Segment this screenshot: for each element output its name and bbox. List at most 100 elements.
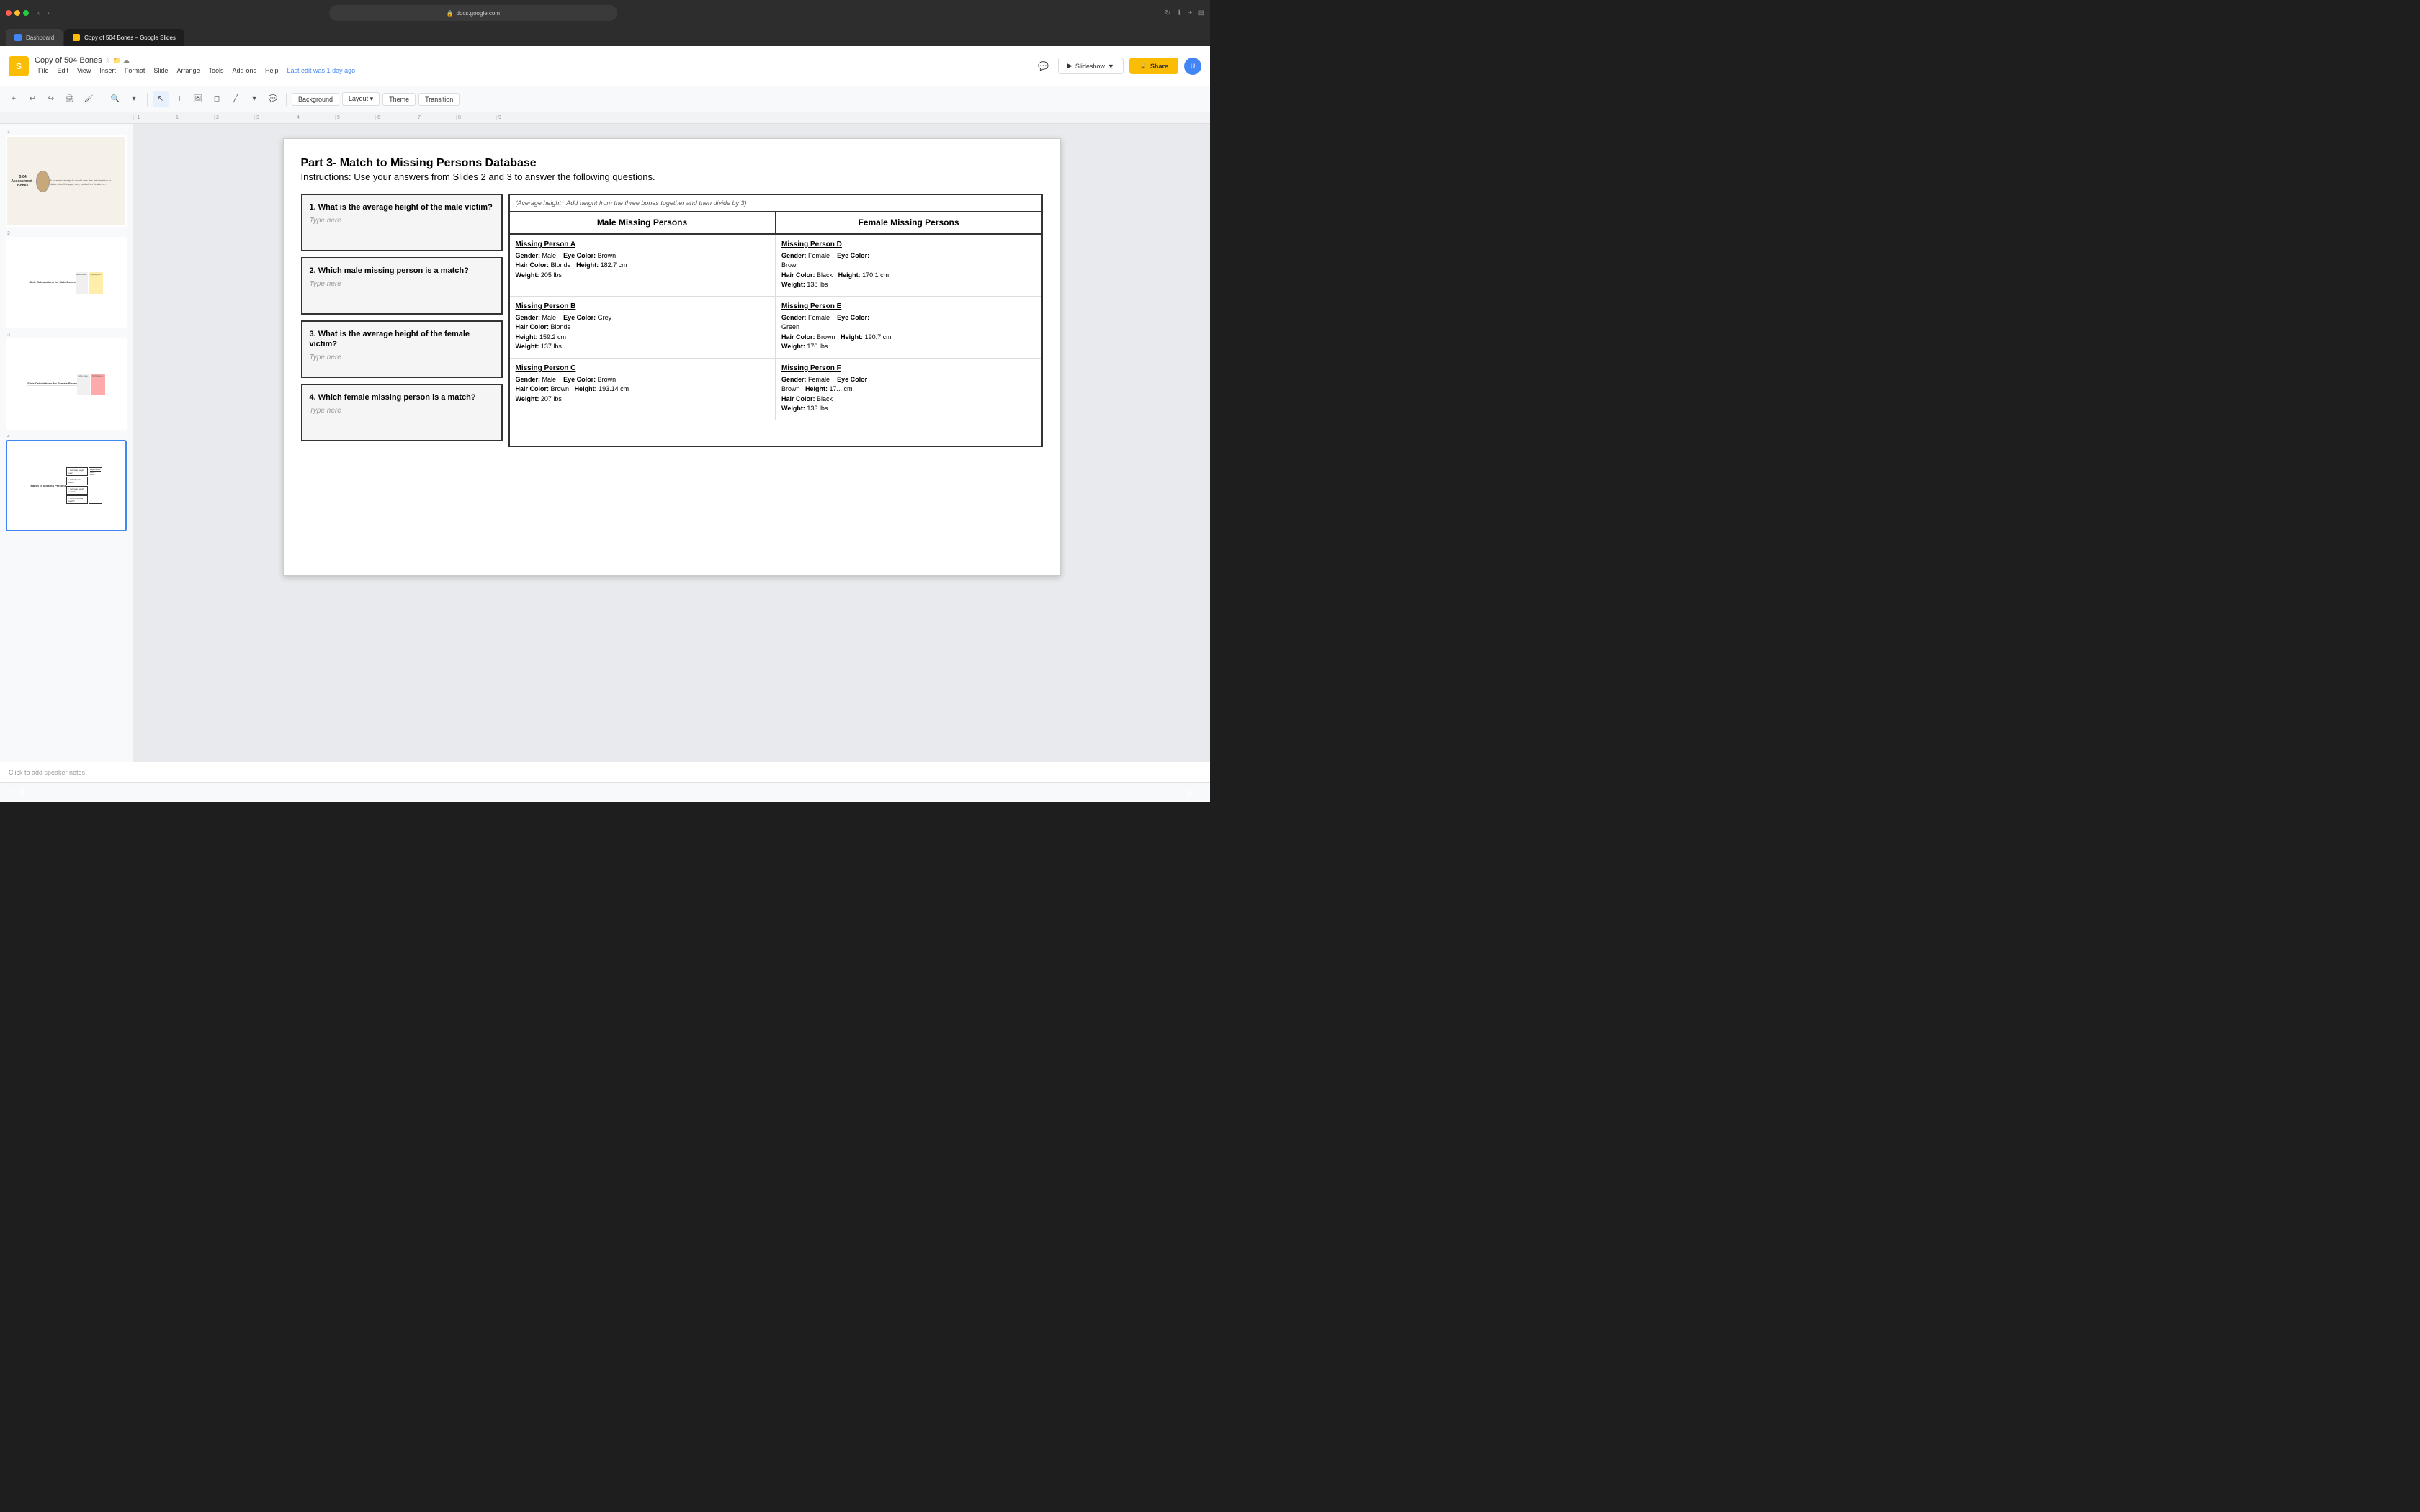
share-button[interactable]: 🔒 Share <box>1129 58 1178 74</box>
user-avatar[interactable]: U <box>1184 58 1201 75</box>
speaker-notes[interactable]: Click to add speaker notes <box>0 762 1210 782</box>
header-right: 💬 ▶ Slideshow ▼ 🔒 Share U <box>1035 58 1201 75</box>
browser-nav[interactable]: ‹ › <box>35 8 53 19</box>
cursor-tool[interactable]: ↖ <box>153 91 169 107</box>
person-b-hair: Hair Color: Blonde <box>516 323 770 333</box>
browser-dot-red <box>6 10 12 16</box>
zoom-button[interactable]: 🔍 <box>107 91 123 107</box>
question-1-input[interactable]: Type here <box>310 217 494 225</box>
slideshow-icon: ▶ <box>1067 62 1072 70</box>
divider-2 <box>147 93 148 106</box>
menu-tools[interactable]: Tools <box>205 66 227 76</box>
app-title-area: Copy of 504 Bones ☆ 📁 ☁ File Edit View I… <box>35 56 359 76</box>
url-text: docs.google.com <box>457 10 500 17</box>
persons-table: (Average height= Add height from the thr… <box>508 194 1043 447</box>
line-tool[interactable]: ╱ <box>228 91 243 107</box>
line-dropdown[interactable]: ▾ <box>246 91 262 107</box>
question-1-text: 1. What is the average height of the mal… <box>310 202 494 212</box>
menu-view[interactable]: View <box>73 66 94 76</box>
image-tool[interactable]: 🖼 <box>190 91 206 107</box>
browser-dots <box>6 10 29 16</box>
new-tab-icon[interactable]: + <box>1188 9 1193 17</box>
person-e-name: Missing Person E <box>781 302 1036 310</box>
bottom-toolbar: ≡ ⊞ ‹ ⊕ › <box>0 782 1210 802</box>
back-arrow[interactable]: ‹ <box>35 8 42 19</box>
comment-tool[interactable]: 💬 <box>265 91 281 107</box>
slide-thumb-3-content: Slide Calculations for Female Bones tabl… <box>7 340 125 428</box>
menu-addons[interactable]: Add-ons <box>228 66 260 76</box>
layout-button[interactable]: Layout ▾ <box>342 92 380 106</box>
sidebar-slide-2[interactable]: Slide Calculations for Male Bones table … <box>6 237 127 328</box>
person-f-gender: Gender: Female Eye Color <box>781 375 1036 385</box>
background-button[interactable]: Background <box>292 93 339 106</box>
person-c-cell: Missing Person C Gender: Male Eye Color:… <box>510 359 776 420</box>
question-4-input[interactable]: Type here <box>310 407 494 415</box>
add-button[interactable]: + <box>6 91 22 107</box>
transition-button[interactable]: Transition <box>418 93 460 106</box>
redo-button[interactable]: ↪ <box>43 91 59 107</box>
person-f-hair: Hair Color: Black <box>781 395 1036 405</box>
menu-help[interactable]: Help <box>261 66 282 76</box>
sidebar-toggle[interactable]: ‹ <box>33 788 35 796</box>
app-title-icons: ☆ 📁 ☁ <box>105 57 130 65</box>
sidebar-slide-3[interactable]: Slide Calculations for Female Bones tabl… <box>6 338 127 430</box>
person-f-weight: Weight: 133 lbs <box>781 404 1036 414</box>
sidebar-slide-4[interactable]: Match to Missing Persons 1. Average heig… <box>6 440 127 531</box>
slideshow-label: Slideshow <box>1075 63 1105 70</box>
sidebar-slide-1[interactable]: 5:04 Assessment - Bones A forensic analy… <box>6 135 127 227</box>
menu-insert[interactable]: Insert <box>96 66 120 76</box>
persons-row-3: Missing Person C Gender: Male Eye Color:… <box>510 359 1041 420</box>
question-2-box[interactable]: 2. Which male missing person is a match?… <box>301 257 503 315</box>
slideshow-button[interactable]: ▶ Slideshow ▼ <box>1058 58 1124 74</box>
zoom-dropdown[interactable]: ▾ <box>126 91 142 107</box>
theme-button[interactable]: Theme <box>382 93 416 106</box>
menu-file[interactable]: File <box>35 66 53 76</box>
sidebar: 1 5:04 Assessment - Bones A forensic ana… <box>0 124 133 762</box>
grid-view-icon[interactable]: ≡ <box>9 788 13 796</box>
menu-slide[interactable]: Slide <box>150 66 171 76</box>
tab-slides-label: Copy of 504 Bones – Google Slides <box>84 35 176 41</box>
question-3-box[interactable]: 3. What is the average height of the fem… <box>301 320 503 378</box>
persons-row-1: Missing Person A Gender: Male Eye Color:… <box>510 235 1041 297</box>
ruler-mark-1: 1 <box>174 115 214 120</box>
menu-edit[interactable]: Edit <box>54 66 73 76</box>
paint-format-button[interactable]: 🖌 <box>81 91 97 107</box>
question-1-box[interactable]: 1. What is the average height of the mal… <box>301 194 503 251</box>
star-icon[interactable]: ☆ <box>105 57 111 65</box>
tab-dashboard[interactable]: Dashboard <box>6 29 63 46</box>
menu-format[interactable]: Format <box>121 66 149 76</box>
question-4-box[interactable]: 4. Which female missing person is a matc… <box>301 384 503 441</box>
forward-arrow[interactable]: › <box>44 8 52 19</box>
refresh-icon[interactable]: ↻ <box>1165 9 1170 17</box>
question-2-input[interactable]: Type here <box>310 280 494 288</box>
person-d-hair: Hair Color: Black Height: 170.1 cm <box>781 271 1036 281</box>
persons-row-2: Missing Person B Gender: Male Eye Color:… <box>510 297 1041 359</box>
person-c-hair: Hair Color: Brown Height: 193.14 cm <box>516 384 770 395</box>
ruler-mark-4: 4 <box>295 115 335 120</box>
slideshow-dropdown-icon[interactable]: ▼ <box>1108 63 1114 70</box>
comment-button[interactable]: 💬 <box>1035 58 1052 75</box>
speaker-notes-placeholder: Click to add speaker notes <box>9 769 85 776</box>
print-button[interactable]: 🖨 <box>62 91 78 107</box>
main-layout: 1 5:04 Assessment - Bones A forensic ana… <box>0 124 1210 762</box>
last-edit[interactable]: Last edit was 1 day ago <box>284 66 359 76</box>
address-bar[interactable]: 🔒 docs.google.com <box>329 5 617 21</box>
browser-chrome: ‹ › 🔒 docs.google.com ↻ ⬇ + ⊞ <box>0 0 1210 26</box>
undo-button[interactable]: ↩ <box>24 91 40 107</box>
zoom-out-icon[interactable]: › <box>1198 788 1201 798</box>
filmstrip-view-icon[interactable]: ⊞ <box>19 788 24 796</box>
download-icon[interactable]: ⬇ <box>1176 9 1182 17</box>
tab-slides[interactable]: Copy of 504 Bones – Google Slides <box>64 29 184 46</box>
zoom-in-icon[interactable]: ⊕ <box>1186 788 1193 798</box>
browser-right-icons: ↻ ⬇ + ⊞ <box>1165 9 1204 17</box>
ruler: -1 1 2 3 4 5 6 7 8 9 <box>0 112 1210 124</box>
folder-icon[interactable]: 📁 <box>113 57 121 65</box>
text-tool[interactable]: T <box>171 91 187 107</box>
grid-icon[interactable]: ⊞ <box>1198 9 1204 17</box>
question-3-input[interactable]: Type here <box>310 354 494 361</box>
cloud-icon[interactable]: ☁ <box>123 57 130 65</box>
app-title-text: Copy of 504 Bones <box>35 56 102 65</box>
menu-arrange[interactable]: Arrange <box>173 66 203 76</box>
person-d-eyecolor: Brown <box>781 261 1036 271</box>
shape-tool[interactable]: ◻ <box>209 91 225 107</box>
